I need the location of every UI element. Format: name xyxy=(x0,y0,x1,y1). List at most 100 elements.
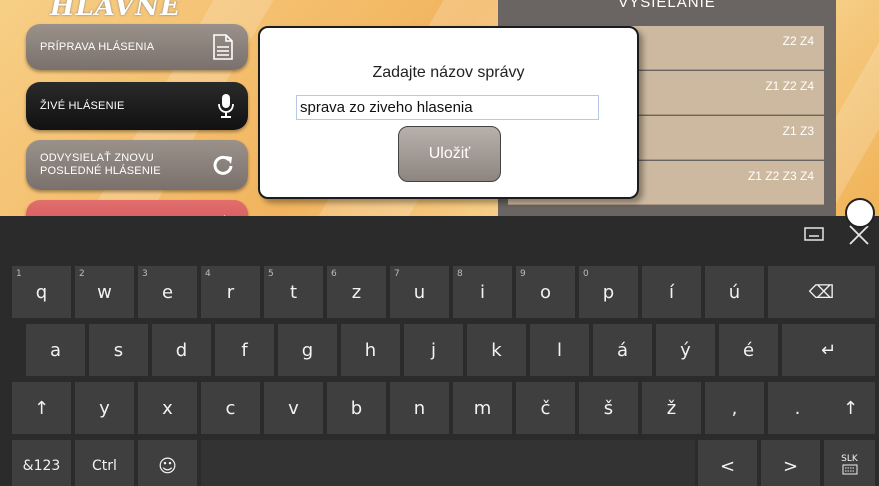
key-w[interactable]: 2w xyxy=(75,266,134,318)
emoji-key[interactable]: ☺ xyxy=(138,440,197,486)
key-o[interactable]: 9o xyxy=(516,266,575,318)
key-label: y xyxy=(99,397,110,419)
key-label: b xyxy=(350,397,363,419)
key-ú[interactable]: ú xyxy=(705,266,764,318)
key-q[interactable]: 1q xyxy=(12,266,71,318)
key-c[interactable]: c xyxy=(201,382,260,434)
key-č[interactable]: č xyxy=(516,382,575,434)
message-name-input[interactable] xyxy=(296,95,599,120)
save-button[interactable]: Uložiť xyxy=(398,126,501,182)
key-f[interactable]: f xyxy=(215,324,274,376)
key-label: p xyxy=(602,281,615,303)
scroll-handle[interactable] xyxy=(845,198,875,228)
microphone-icon xyxy=(218,94,234,118)
key-number-hint: 9 xyxy=(520,269,526,279)
key-label: l xyxy=(556,339,562,361)
key-label: v xyxy=(288,397,299,419)
dialog-title: Zadajte názov správy xyxy=(372,64,525,81)
symbols-key[interactable]: &123 xyxy=(12,440,71,486)
key-.[interactable]: . xyxy=(768,382,827,434)
key-b[interactable]: b xyxy=(327,382,386,434)
key-label: > xyxy=(782,455,799,477)
key-label: š xyxy=(603,397,614,419)
key-number-hint: 3 xyxy=(142,269,148,279)
key-label: c xyxy=(225,397,236,419)
backspace-key[interactable]: ⌫ xyxy=(768,266,875,318)
replay-icon xyxy=(213,155,233,175)
key-s[interactable]: s xyxy=(89,324,148,376)
key-k[interactable]: k xyxy=(467,324,526,376)
message-name-dialog: Zadajte názov správy Uložiť xyxy=(258,26,639,199)
replay-last-announcement-button[interactable]: ODVYSIELAŤ ZNOVU POSLEDNÉ HLÁSENIE xyxy=(26,140,248,190)
key-label: í xyxy=(668,281,674,303)
key-label: f xyxy=(241,339,248,361)
space-key[interactable] xyxy=(201,440,695,486)
key-number-hint: 7 xyxy=(394,269,400,279)
key-number-hint: 0 xyxy=(583,269,589,279)
key-h[interactable]: h xyxy=(341,324,400,376)
key-ý[interactable]: ý xyxy=(656,324,715,376)
key-n[interactable]: n xyxy=(390,382,449,434)
stop-announcement-button[interactable] xyxy=(26,200,248,216)
key-label: d xyxy=(175,339,188,361)
prepare-announcement-button[interactable]: PRÍPRAVA HLÁSENIA xyxy=(26,24,248,70)
key-a[interactable]: a xyxy=(26,324,85,376)
shift-key-right[interactable]: ↑ xyxy=(826,382,875,434)
key-label: SLK xyxy=(841,454,858,464)
key-label: e xyxy=(161,281,174,303)
enter-key[interactable]: ↵ xyxy=(782,324,875,376)
key-label: , xyxy=(731,397,738,419)
key-label: s xyxy=(113,339,124,361)
key-š[interactable]: š xyxy=(579,382,638,434)
key-y[interactable]: y xyxy=(75,382,134,434)
key-e[interactable]: 3e xyxy=(138,266,197,318)
right-arrow-key[interactable]: > xyxy=(761,440,820,486)
keyboard-dock-icon[interactable] xyxy=(804,226,824,247)
key-i[interactable]: 8i xyxy=(453,266,512,318)
main-menu: HLAVNÉ MENU PRÍPRAVA HLÁSENIA ŽIVÉ HLÁSE… xyxy=(10,0,250,216)
key-label: h xyxy=(364,339,377,361)
key-x[interactable]: x xyxy=(138,382,197,434)
key-í[interactable]: í xyxy=(642,266,701,318)
key-g[interactable]: g xyxy=(278,324,337,376)
key-label: ↵ xyxy=(820,339,837,361)
key-d[interactable]: d xyxy=(152,324,211,376)
left-arrow-key[interactable]: < xyxy=(698,440,757,486)
key-l[interactable]: l xyxy=(530,324,589,376)
language-key[interactable]: SLK xyxy=(824,440,875,486)
key-label: ↑ xyxy=(842,397,859,419)
key-p[interactable]: 0p xyxy=(579,266,638,318)
key-label: a xyxy=(49,339,62,361)
touch-keyboard: 1 q 2 w 3 e 4 r 5 t 6 z 7 u 8 i 9 o 0 p í ú ⌫ a s d f g h j k l á ý é ↵ ↑ y x c… xyxy=(0,216,879,486)
key-label: x xyxy=(162,397,173,419)
key-á[interactable]: á xyxy=(593,324,652,376)
button-label: PRÍPRAVA HLÁSENIA xyxy=(40,40,155,53)
key-r[interactable]: 4r xyxy=(201,266,260,318)
key-label: n xyxy=(413,397,426,419)
key-m[interactable]: m xyxy=(453,382,512,434)
live-announcement-button[interactable]: ŽIVÉ HLÁSENIE xyxy=(26,82,248,130)
button-label: ODVYSIELAŤ ZNOVU POSLEDNÉ HLÁSENIE xyxy=(40,152,161,177)
close-icon[interactable] xyxy=(848,224,870,251)
key-,[interactable]: , xyxy=(705,382,764,434)
key-label: ý xyxy=(680,339,691,361)
key-label: o xyxy=(539,281,551,303)
key-label: z xyxy=(351,281,362,303)
key-label: i xyxy=(479,281,485,303)
ctrl-key[interactable]: Ctrl xyxy=(75,440,134,486)
key-j[interactable]: j xyxy=(404,324,463,376)
key-é[interactable]: é xyxy=(719,324,778,376)
key-label: ☺ xyxy=(158,455,177,477)
key-t[interactable]: 5t xyxy=(264,266,323,318)
key-number-hint: 5 xyxy=(268,269,274,279)
key-number-hint: 8 xyxy=(457,269,463,279)
key-ž[interactable]: ž xyxy=(642,382,701,434)
key-v[interactable]: v xyxy=(264,382,323,434)
key-label: ↑ xyxy=(33,397,50,419)
key-u[interactable]: 7u xyxy=(390,266,449,318)
key-z[interactable]: 6z xyxy=(327,266,386,318)
key-label: Ctrl xyxy=(92,458,117,474)
key-label: é xyxy=(742,339,755,361)
shift-key[interactable]: ↑ xyxy=(12,382,71,434)
key-number-hint: 2 xyxy=(79,269,85,279)
